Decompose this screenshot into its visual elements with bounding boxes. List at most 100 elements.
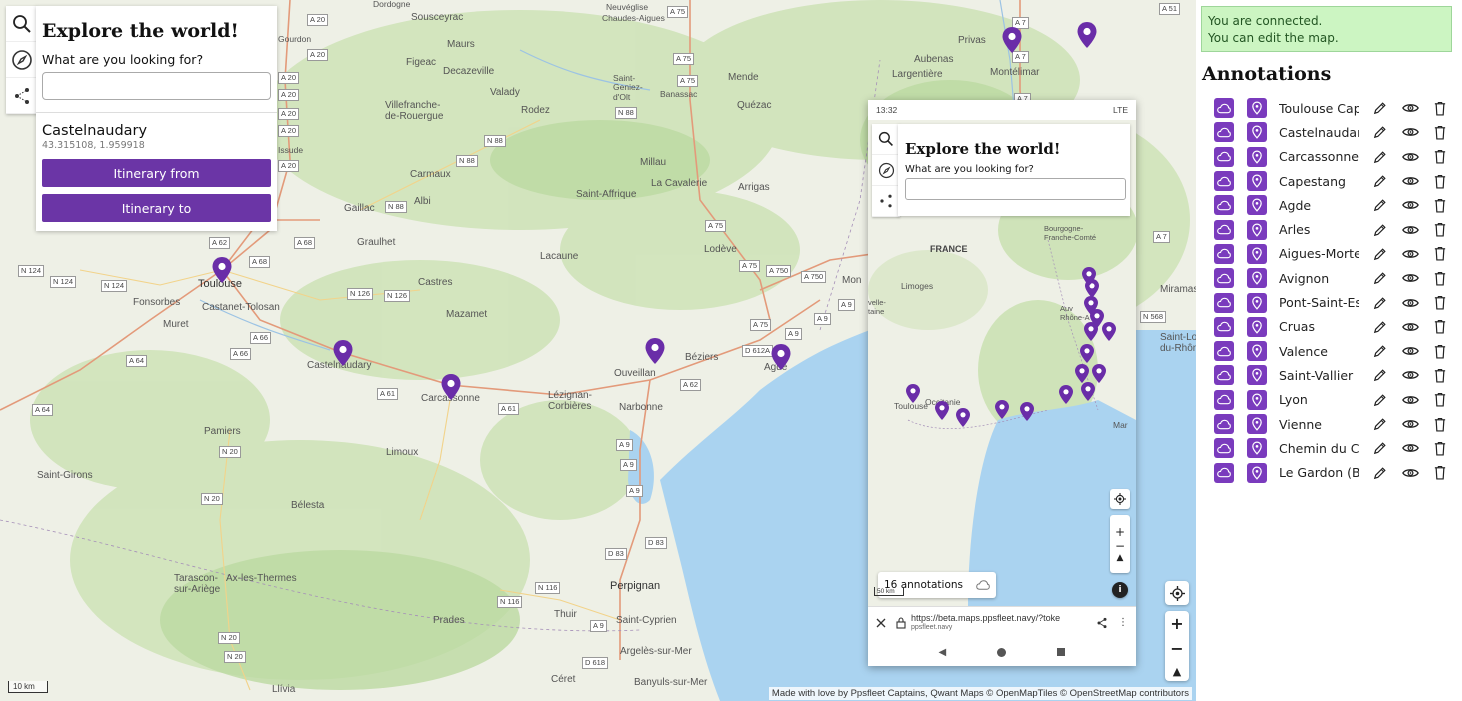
map-pin-cruas[interactable] (1001, 26, 1023, 54)
annotation-sync-button[interactable] (1214, 146, 1234, 167)
annotation-locate-button[interactable] (1247, 268, 1267, 289)
close-icon[interactable] (876, 618, 886, 628)
annotation-sync-button[interactable] (1214, 292, 1234, 313)
annotation-sync-button[interactable] (1214, 414, 1234, 434)
annotation-edit-button[interactable] (1371, 172, 1389, 190)
annotation-delete-button[interactable] (1431, 123, 1449, 141)
annotation-locate-button[interactable] (1247, 122, 1267, 143)
annotation-edit-button[interactable] (1371, 464, 1389, 482)
phone-map-pin[interactable] (1079, 343, 1095, 364)
phone-map-pin[interactable] (1091, 363, 1107, 384)
map-pin-toulouse[interactable] (211, 256, 233, 284)
info-icon[interactable]: i (1112, 582, 1128, 598)
locate-button[interactable] (1165, 581, 1189, 605)
annotation-locate-button[interactable] (1247, 98, 1267, 119)
annotation-name[interactable]: Toulouse Cap (1279, 101, 1359, 116)
annotation-sync-button[interactable] (1214, 341, 1234, 362)
map-pin-agde[interactable] (770, 343, 792, 371)
annotation-sync-button[interactable] (1214, 98, 1234, 119)
annotation-visibility-button[interactable] (1401, 196, 1419, 214)
annotation-edit-button[interactable] (1371, 342, 1389, 360)
phone-map-pin[interactable] (994, 399, 1010, 420)
more-icon[interactable]: ⋮ (1118, 617, 1128, 628)
annotation-edit-button[interactable] (1371, 391, 1389, 409)
annotation-delete-button[interactable] (1431, 342, 1449, 360)
annotation-delete-button[interactable] (1431, 99, 1449, 117)
annotation-visibility-button[interactable] (1401, 318, 1419, 336)
annotation-delete-button[interactable] (1431, 464, 1449, 482)
annotation-delete-button[interactable] (1431, 391, 1449, 409)
phone-search-button[interactable] (872, 124, 900, 155)
map-pin-capestang[interactable] (644, 337, 666, 365)
annotation-visibility-button[interactable] (1401, 464, 1419, 482)
annotation-sync-button[interactable] (1214, 195, 1234, 216)
annotation-name[interactable]: Avignon (1279, 271, 1359, 286)
annotation-delete-button[interactable] (1431, 439, 1449, 457)
phone-map-pin[interactable] (1074, 363, 1090, 384)
annotation-name[interactable]: Carcassonne (1279, 149, 1359, 164)
share-button[interactable] (6, 78, 38, 114)
annotation-delete-button[interactable] (1431, 221, 1449, 239)
zoom-in-icon[interactable]: + (1170, 614, 1183, 633)
annotation-visibility-button[interactable] (1401, 391, 1419, 409)
zoom-in-icon[interactable]: + (1115, 525, 1125, 539)
annotation-visibility-button[interactable] (1401, 123, 1419, 141)
annotation-delete-button[interactable] (1431, 269, 1449, 287)
home-icon[interactable] (997, 647, 1007, 657)
annotation-visibility-button[interactable] (1401, 172, 1419, 190)
annotation-edit-button[interactable] (1371, 99, 1389, 117)
annotation-delete-button[interactable] (1431, 172, 1449, 190)
annotation-visibility-button[interactable] (1401, 366, 1419, 384)
annotation-edit-button[interactable] (1371, 366, 1389, 384)
annotation-visibility-button[interactable] (1401, 269, 1419, 287)
directions-button[interactable] (6, 42, 38, 78)
annotation-edit-button[interactable] (1371, 439, 1389, 457)
annotation-visibility-button[interactable] (1401, 245, 1419, 263)
map-attribution[interactable]: Made with love by Ppsfleet Captains, Qwa… (768, 687, 1192, 700)
phone-directions-button[interactable] (872, 155, 900, 186)
annotation-sync-button[interactable] (1214, 122, 1234, 143)
map-canvas[interactable]: Toulouse Fonsorbes Castanet-Tolosan Mure… (0, 0, 1196, 701)
annotation-delete-button[interactable] (1431, 415, 1449, 433)
phone-map-pin[interactable] (1058, 384, 1074, 405)
annotation-visibility-button[interactable] (1401, 415, 1419, 433)
annotation-edit-button[interactable] (1371, 318, 1389, 336)
annotation-edit-button[interactable] (1371, 148, 1389, 166)
annotation-name[interactable]: Agde (1279, 198, 1359, 213)
annotation-sync-button[interactable] (1214, 438, 1234, 459)
annotation-delete-button[interactable] (1431, 245, 1449, 263)
annotation-sync-button[interactable] (1214, 243, 1234, 264)
itinerary-from-button[interactable]: Itinerary from (42, 159, 271, 187)
annotation-locate-button[interactable] (1247, 462, 1267, 483)
annotation-name[interactable]: Chemin du Cl (1279, 441, 1359, 456)
back-icon[interactable]: ◀ (939, 647, 947, 658)
annotation-locate-button[interactable] (1247, 195, 1267, 216)
annotation-edit-button[interactable] (1371, 269, 1389, 287)
annotation-locate-button[interactable] (1247, 171, 1267, 192)
compass-arrow-icon[interactable]: ▲ (1117, 553, 1124, 563)
annotation-sync-button[interactable] (1214, 219, 1234, 240)
annotation-delete-button[interactable] (1431, 148, 1449, 166)
map-pin-carcassonne[interactable] (440, 373, 462, 401)
annotation-name[interactable]: Valence (1279, 344, 1359, 359)
phone-search-input[interactable] (905, 178, 1126, 200)
phone-locate-button[interactable] (1110, 489, 1130, 509)
annotation-delete-button[interactable] (1431, 196, 1449, 214)
annotation-visibility-button[interactable] (1401, 342, 1419, 360)
annotation-name[interactable]: Cruas (1279, 319, 1359, 334)
annotation-locate-button[interactable] (1247, 341, 1267, 362)
phone-map-pin[interactable] (934, 400, 950, 421)
annotation-name[interactable]: Castelnaudar (1279, 125, 1359, 140)
annotation-locate-button[interactable] (1247, 243, 1267, 264)
annotation-name[interactable]: Lyon (1279, 392, 1359, 407)
phone-map-pin[interactable] (1019, 401, 1035, 422)
phone-map-pin[interactable] (1081, 266, 1097, 287)
map-pin-valence[interactable] (1076, 21, 1098, 49)
annotation-sync-button[interactable] (1214, 171, 1234, 192)
annotation-edit-button[interactable] (1371, 245, 1389, 263)
annotation-sync-button[interactable] (1214, 389, 1234, 410)
annotation-name[interactable]: Capestang (1279, 174, 1359, 189)
annotation-visibility-button[interactable] (1401, 221, 1419, 239)
annotation-edit-button[interactable] (1371, 415, 1389, 433)
annotation-locate-button[interactable] (1247, 292, 1267, 313)
